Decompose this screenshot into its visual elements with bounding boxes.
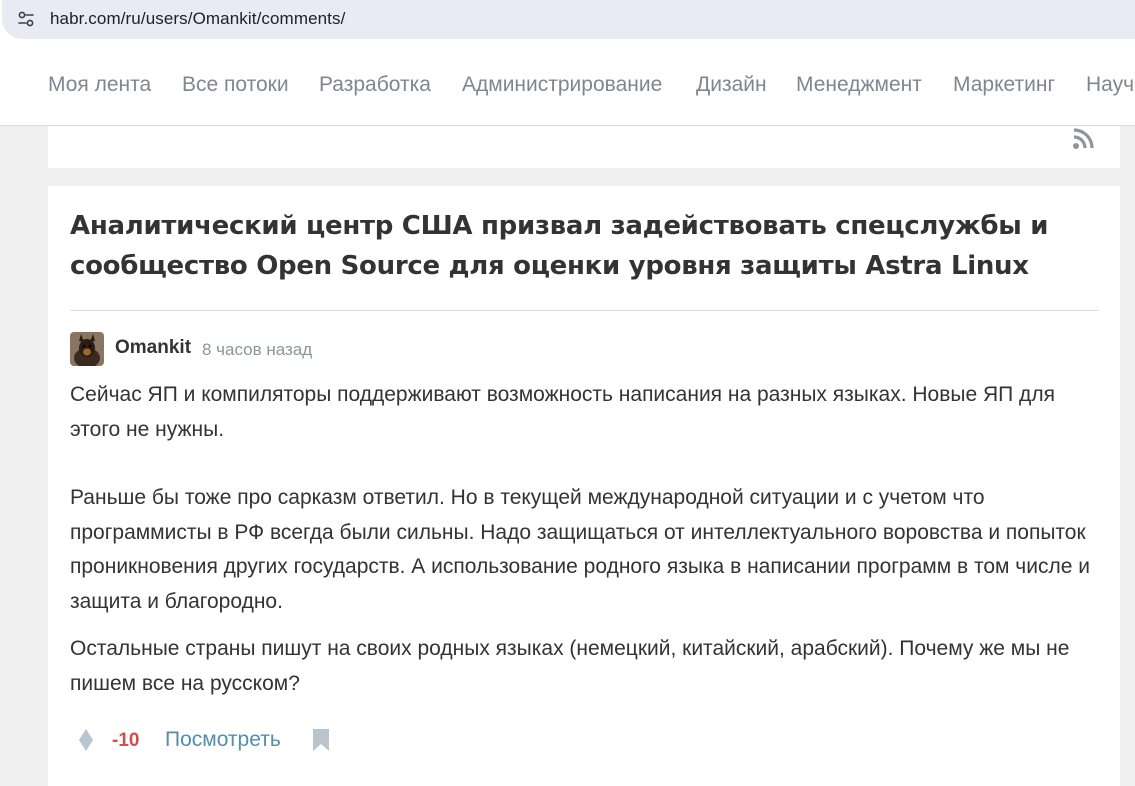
nav-item-my-feed[interactable]: Моя лента: [48, 73, 151, 97]
tune-icon[interactable]: [16, 9, 36, 29]
post-title-link[interactable]: Аналитический центр США призвал задейств…: [70, 206, 1070, 286]
nav-item-admin[interactable]: Администрирование: [462, 73, 662, 97]
comment-actions: -10 Посмотреть: [70, 724, 470, 758]
divider: [70, 310, 1099, 311]
flows-nav: Моя лента Все потоки Разработка Админист…: [0, 48, 1135, 126]
rss-icon[interactable]: [1072, 128, 1094, 150]
comment-paragraph: Остальные страны пишут на своих родных я…: [70, 637, 1070, 695]
nav-item-development[interactable]: Разработка: [319, 73, 431, 97]
avatar[interactable]: [70, 332, 104, 366]
browser-toolbar: habr.com/ru/users/Omankit/comments/: [0, 0, 1135, 48]
nav-item-design[interactable]: Дизайн: [696, 73, 767, 97]
author-name[interactable]: Omankit: [115, 337, 191, 359]
bookmark-icon[interactable]: [312, 728, 330, 752]
nav-item-popsci[interactable]: Научпоп: [1086, 73, 1135, 97]
vote-score: -10: [112, 730, 140, 751]
feed-header-card: [48, 126, 1120, 168]
comment-body: Сейчас ЯП и компиляторы поддерживают воз…: [70, 378, 1110, 701]
nav-item-marketing[interactable]: Маркетинг: [953, 73, 1055, 97]
comment-paragraph: Сейчас ЯП и компиляторы поддерживают воз…: [70, 383, 1055, 441]
address-bar[interactable]: habr.com/ru/users/Omankit/comments/: [2, 0, 1135, 39]
url-text[interactable]: habr.com/ru/users/Omankit/comments/: [50, 9, 345, 29]
avatar-image: [70, 332, 104, 366]
comment-paragraph: Раньше бы тоже про сарказм ответил. Но в…: [70, 486, 1090, 613]
comment-time: 8 часов назад: [202, 340, 313, 359]
nav-item-all-flows[interactable]: Все потоки: [182, 73, 289, 97]
comment-card: Аналитический центр США призвал задейств…: [48, 186, 1120, 786]
view-comment-link[interactable]: Посмотреть: [165, 728, 281, 752]
vote-icon[interactable]: [78, 728, 94, 752]
nav-item-management[interactable]: Менеджмент: [796, 73, 922, 97]
